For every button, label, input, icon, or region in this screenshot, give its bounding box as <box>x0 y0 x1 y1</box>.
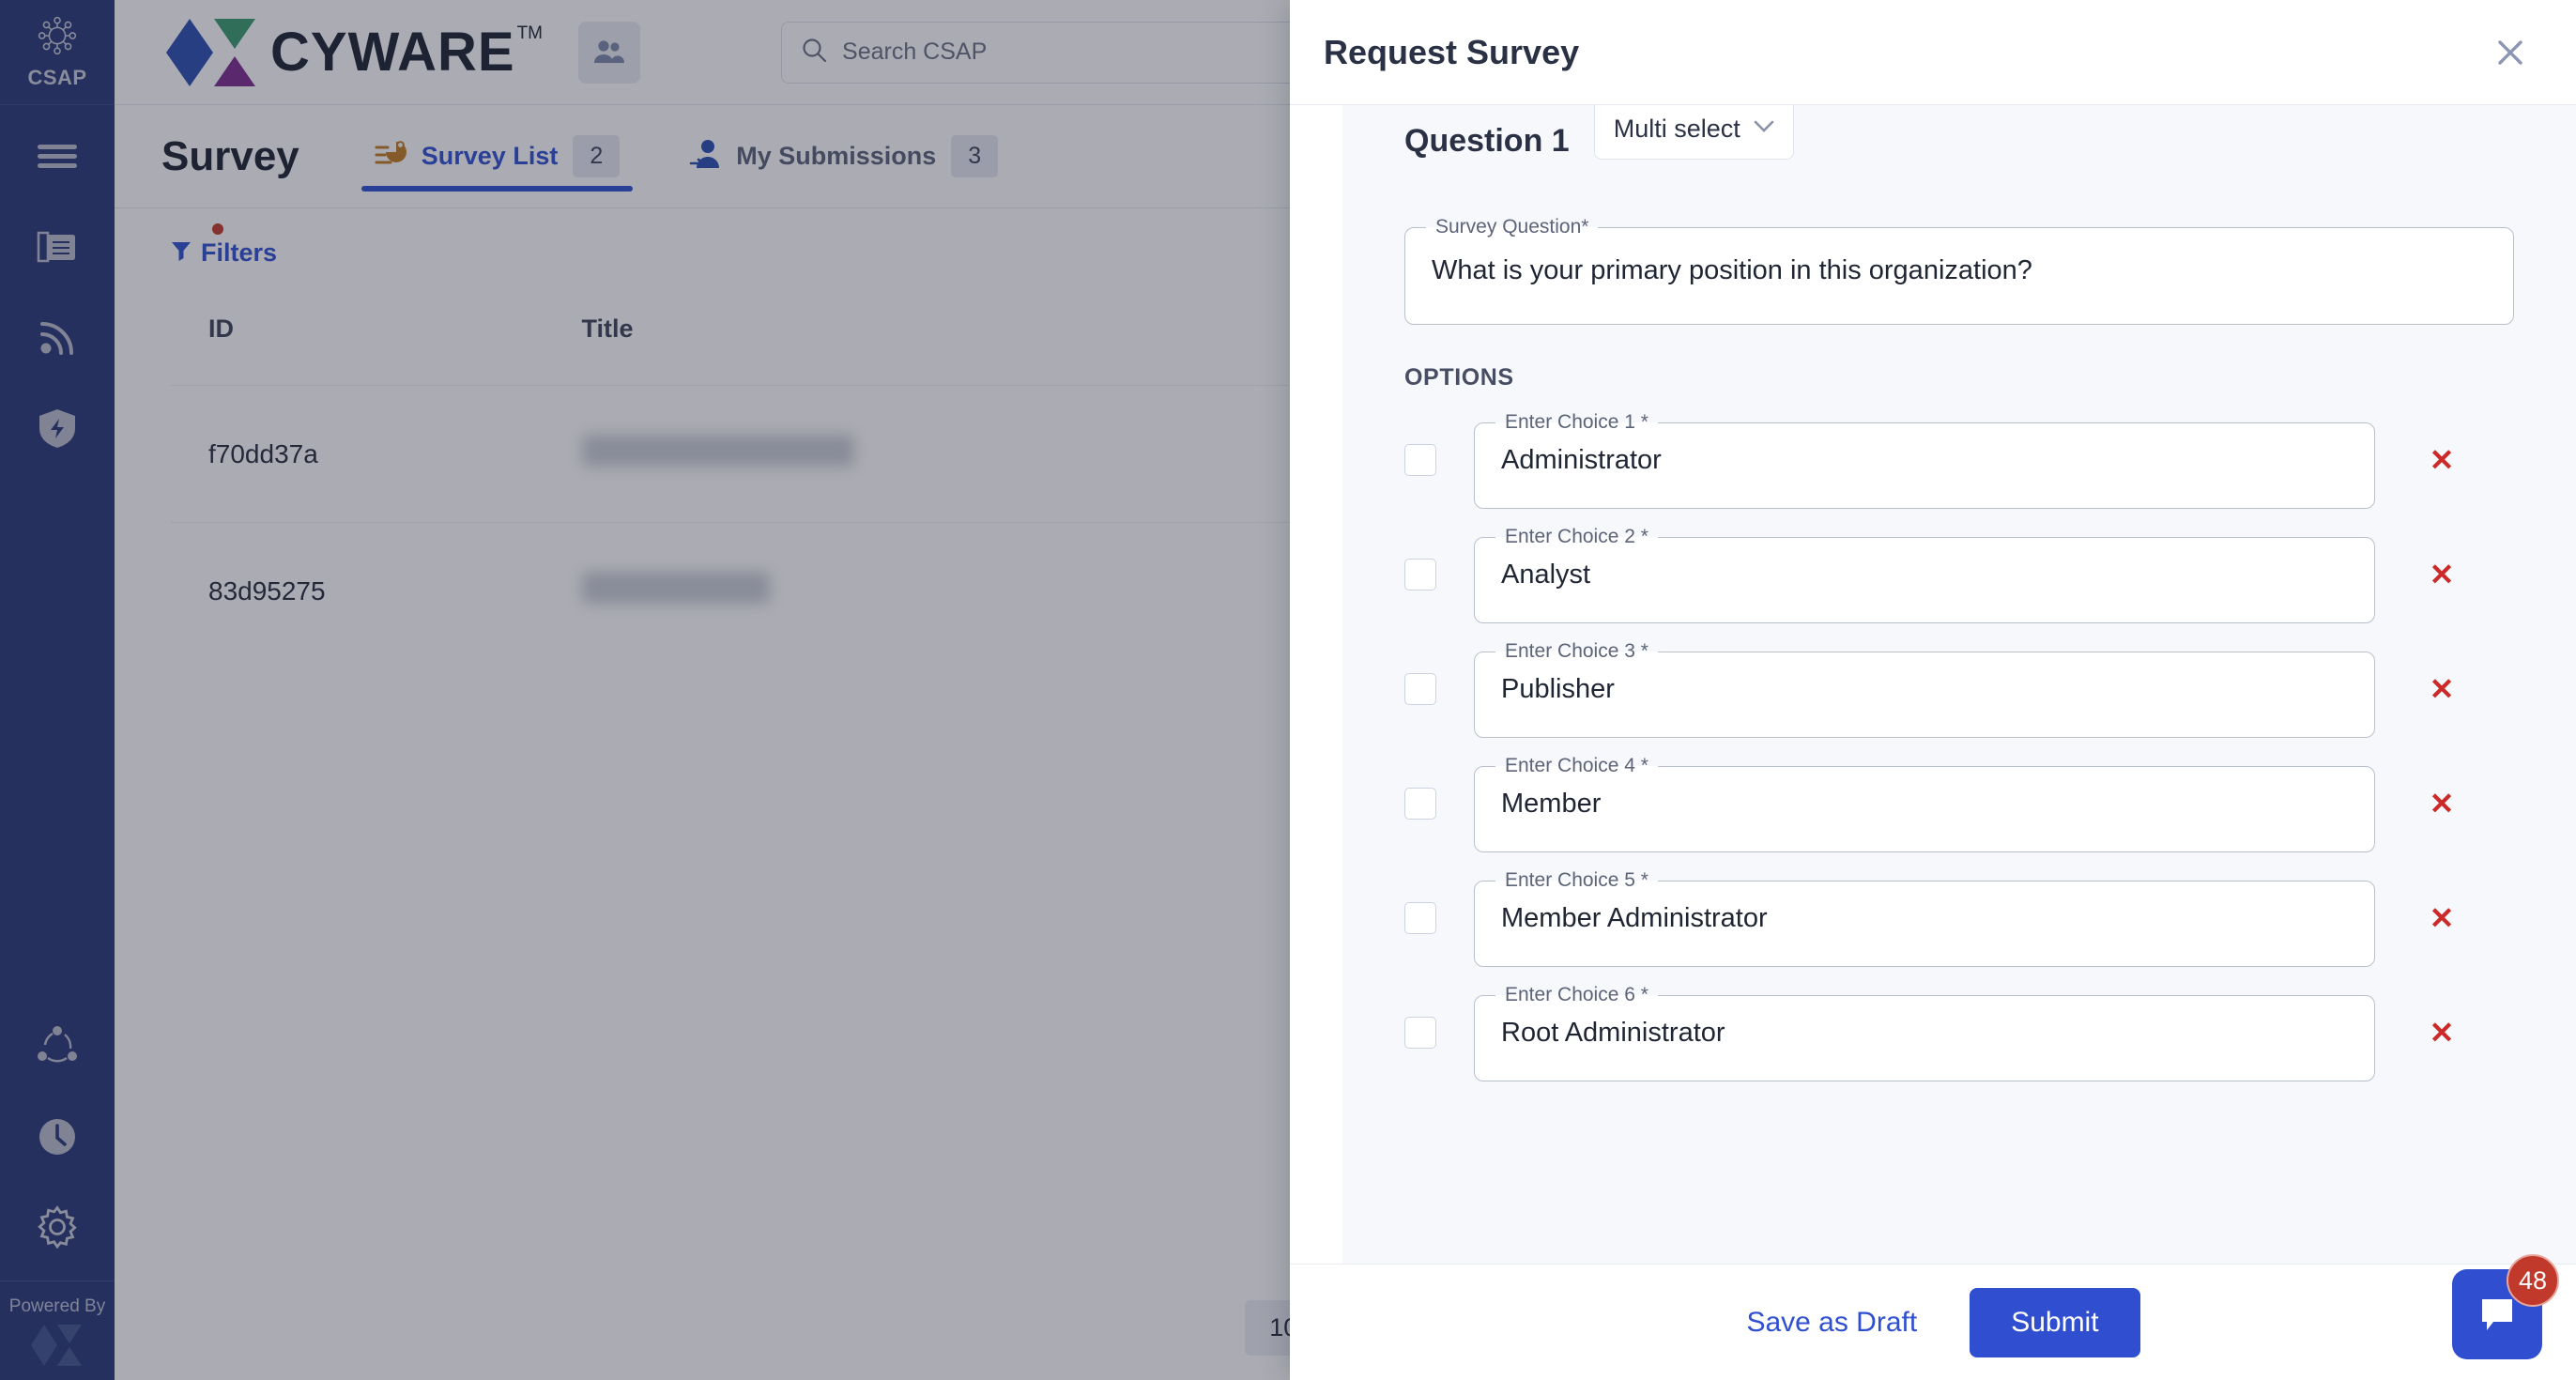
delete-x-icon[interactable]: ✕ <box>2411 1015 2473 1050</box>
question-type-select[interactable]: Multi select <box>1594 105 1794 160</box>
delete-x-icon[interactable]: ✕ <box>2411 557 2473 592</box>
question-type-label: Multi select <box>1614 115 1740 144</box>
modal-header: Request Survey <box>1290 0 2576 105</box>
choice-field[interactable]: Enter Choice 6 * Root Administrator <box>1474 984 2375 1081</box>
choice-field-label: Enter Choice 6 * <box>1495 984 1658 1006</box>
request-survey-modal: Request Survey Question 1 Multi select <box>1290 0 2576 1380</box>
question-heading: Question 1 <box>1404 105 1570 190</box>
choice-field[interactable]: Enter Choice 3 * Publisher <box>1474 640 2375 738</box>
choice-field-label: Enter Choice 2 * <box>1495 526 1658 548</box>
question-header: Question 1 Multi select <box>1342 105 2576 190</box>
save-as-draft-button[interactable]: Save as Draft <box>1725 1294 1938 1352</box>
choice-field-value: Administrator <box>1475 434 2374 508</box>
option-checkbox[interactable] <box>1404 444 1436 476</box>
option-checkbox[interactable] <box>1404 902 1436 934</box>
choice-field-label: Enter Choice 1 * <box>1495 411 1658 434</box>
choice-field-value: Publisher <box>1475 663 2374 737</box>
option-row: Enter Choice 4 * Member ✕ <box>1404 746 2576 861</box>
survey-question-field[interactable]: Survey Question* What is your primary po… <box>1404 216 2514 325</box>
submit-button[interactable]: Submit <box>1970 1288 2139 1357</box>
choice-field-label: Enter Choice 5 * <box>1495 869 1658 892</box>
choice-field-label: Enter Choice 3 * <box>1495 640 1658 663</box>
option-row: Enter Choice 5 * Member Administrator ✕ <box>1404 861 2576 975</box>
choice-field-label: Enter Choice 4 * <box>1495 755 1658 777</box>
close-x-icon[interactable] <box>2490 32 2531 73</box>
survey-question-field-label: Survey Question* <box>1426 216 1598 238</box>
choice-field[interactable]: Enter Choice 2 * Analyst <box>1474 526 2375 623</box>
modal-footer: Save as Draft Submit <box>1290 1264 2576 1380</box>
option-row: Enter Choice 1 * Administrator ✕ <box>1404 403 2576 517</box>
option-checkbox[interactable] <box>1404 673 1436 705</box>
choice-field[interactable]: Enter Choice 5 * Member Administrator <box>1474 869 2375 967</box>
survey-question-field-value: What is your primary position in this or… <box>1405 238 2513 324</box>
delete-x-icon[interactable]: ✕ <box>2411 442 2473 478</box>
choice-field[interactable]: Enter Choice 1 * Administrator <box>1474 411 2375 509</box>
chat-widget: 48 <box>2452 1269 2550 1367</box>
option-row: Enter Choice 2 * Analyst ✕ <box>1404 517 2576 632</box>
options-section-label: OPTIONS <box>1404 364 2576 391</box>
choice-field-value: Member Administrator <box>1475 892 2374 966</box>
delete-x-icon[interactable]: ✕ <box>2411 900 2473 936</box>
delete-x-icon[interactable]: ✕ <box>2411 786 2473 821</box>
chat-unread-badge: 48 <box>2507 1254 2559 1307</box>
choice-field-value: Analyst <box>1475 548 2374 622</box>
choice-field[interactable]: Enter Choice 4 * Member <box>1474 755 2375 852</box>
question-panel: Question 1 Multi select Survey Question*… <box>1342 105 2576 1264</box>
option-checkbox[interactable] <box>1404 788 1436 820</box>
modal-body: Question 1 Multi select Survey Question*… <box>1290 105 2576 1264</box>
choice-field-value: Root Administrator <box>1475 1006 2374 1081</box>
chevron-down-icon <box>1754 120 1774 137</box>
option-row: Enter Choice 6 * Root Administrator ✕ <box>1404 975 2576 1090</box>
delete-x-icon[interactable]: ✕ <box>2411 671 2473 707</box>
modal-title: Request Survey <box>1324 33 1579 72</box>
option-row: Enter Choice 3 * Publisher ✕ <box>1404 632 2576 746</box>
option-checkbox[interactable] <box>1404 559 1436 590</box>
option-checkbox[interactable] <box>1404 1017 1436 1049</box>
choice-field-value: Member <box>1475 777 2374 851</box>
